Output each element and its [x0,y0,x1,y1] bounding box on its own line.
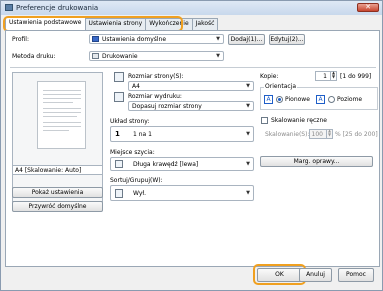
chevron-down-icon: ▼ [216,36,220,42]
binding-margin-button[interactable]: Marg. oprawy... [260,156,373,167]
print-method-label: Metoda druku: [12,53,56,60]
portrait-radio[interactable] [276,96,283,103]
window-title: Preferencje drukowania [16,4,99,12]
ok-button[interactable]: OK [257,268,302,282]
copies-input[interactable]: 1 ▲ ▼ [315,71,337,81]
add-profile-button[interactable]: Dodaj(1)... [228,34,265,45]
tab-bar: Ustawienia podstawowe Ustawienia strony … [5,17,219,30]
binding-label: Miejsce szycia: [110,149,155,156]
page-size-value: A4 [132,83,140,90]
tab-finishing[interactable]: Wykończenie [145,18,193,30]
profile-value: Ustawienia domyślne [102,36,167,43]
preview-caption: A4 [Skalowanie: Auto] [12,165,103,175]
landscape-label: Poziome [337,96,363,103]
binding-select[interactable]: Długa krawędź [lewa] ▼ [110,157,254,171]
close-icon: ✕ [365,3,371,11]
scaling-spinner-icon[interactable]: ▲ ▼ [326,129,332,139]
output-size-label: Rozmiar wydruku: [128,93,182,100]
page-preview [12,72,103,202]
layout-icon: 1 [115,130,120,138]
landscape-icon: A [316,95,325,104]
copies-label: Kopie: [260,73,279,80]
scaling-field-label: Skalowanie(S): [265,131,310,138]
layout-label: Układ strony: [110,118,150,125]
printer-icon [5,4,13,11]
scaling-input[interactable]: 100 ▲ ▼ [309,129,333,139]
tab-page-settings[interactable]: Ustawienia strony [84,18,147,30]
binding-icon [115,160,123,168]
page-size-select[interactable]: A4 ▼ [128,81,254,91]
collate-select[interactable]: Wył. ▼ [110,185,254,201]
collate-icon [115,189,123,198]
tab-panel: Profil: Ustawienia domyślne ▼ Dodaj(1)..… [5,30,380,267]
paper-preview [37,81,86,149]
page-size-label: Rozmiar strony(S): [128,73,184,80]
profile-icon [92,36,99,42]
help-button[interactable]: Pomoc [338,268,374,282]
portrait-icon: A [264,95,273,104]
output-size-value: Dopasuj rozmiar strony [132,103,202,110]
restore-defaults-button[interactable]: Przywróć domyślne [12,201,103,212]
close-button[interactable]: ✕ [357,3,379,12]
binding-value: Długa krawędź [lewa] [133,161,199,168]
tab-quality[interactable]: Jakość [191,18,219,30]
copies-value: 1 [323,73,327,80]
output-size-select[interactable]: Dopasuj rozmiar strony ▼ [128,101,254,111]
output-size-icon [114,92,124,102]
chevron-down-icon: ▼ [246,83,250,89]
profile-select[interactable]: Ustawienia domyślne ▼ [89,34,224,44]
chevron-down-icon: ▼ [246,161,250,167]
copies-spinner-icon[interactable]: ▲ ▼ [330,71,336,81]
portrait-label: Pionowe [285,96,310,103]
edit-profile-button[interactable]: Edytuj(2)... [269,34,305,45]
title-bar: Preferencje drukowania ✕ [1,1,382,15]
chevron-down-icon: ▼ [246,103,250,109]
scaling-value: 100 [311,131,323,138]
show-settings-button[interactable]: Pokaż ustawienia [12,187,103,198]
layout-select[interactable]: 1 1 na 1 ▼ [110,126,254,142]
scaling-range: % [25 do 200] [335,131,378,138]
chevron-down-icon: ▼ [246,190,250,196]
print-preferences-window: Preferencje drukowania ✕ Ustawienia pods… [0,0,383,291]
print-method-value: Drukowanie [102,53,138,60]
printer-small-icon [92,53,99,59]
preview-caption-text: A4 [Skalowanie: Auto] [15,167,82,174]
chevron-down-icon: ▼ [246,131,250,137]
page-size-icon [114,72,124,82]
orientation-label: Orientacja [264,83,298,90]
print-method-select[interactable]: Drukowanie ▼ [89,51,224,61]
cancel-button[interactable]: Anuluj [299,268,332,282]
divider [10,67,376,68]
manual-scaling-checkbox[interactable] [261,117,268,124]
copies-range: [1 do 999] [340,73,372,80]
collate-value: Wył. [133,190,146,197]
profile-label: Profil: [12,36,29,43]
collate-label: Sortuj/Grupuj(W): [110,177,163,184]
chevron-down-icon: ▼ [216,53,220,59]
manual-scaling-label: Skalowanie ręczne [271,117,327,124]
layout-value: 1 na 1 [133,131,152,138]
landscape-radio[interactable] [328,96,335,103]
tab-basic-settings[interactable]: Ustawienia podstawowe [5,17,86,30]
